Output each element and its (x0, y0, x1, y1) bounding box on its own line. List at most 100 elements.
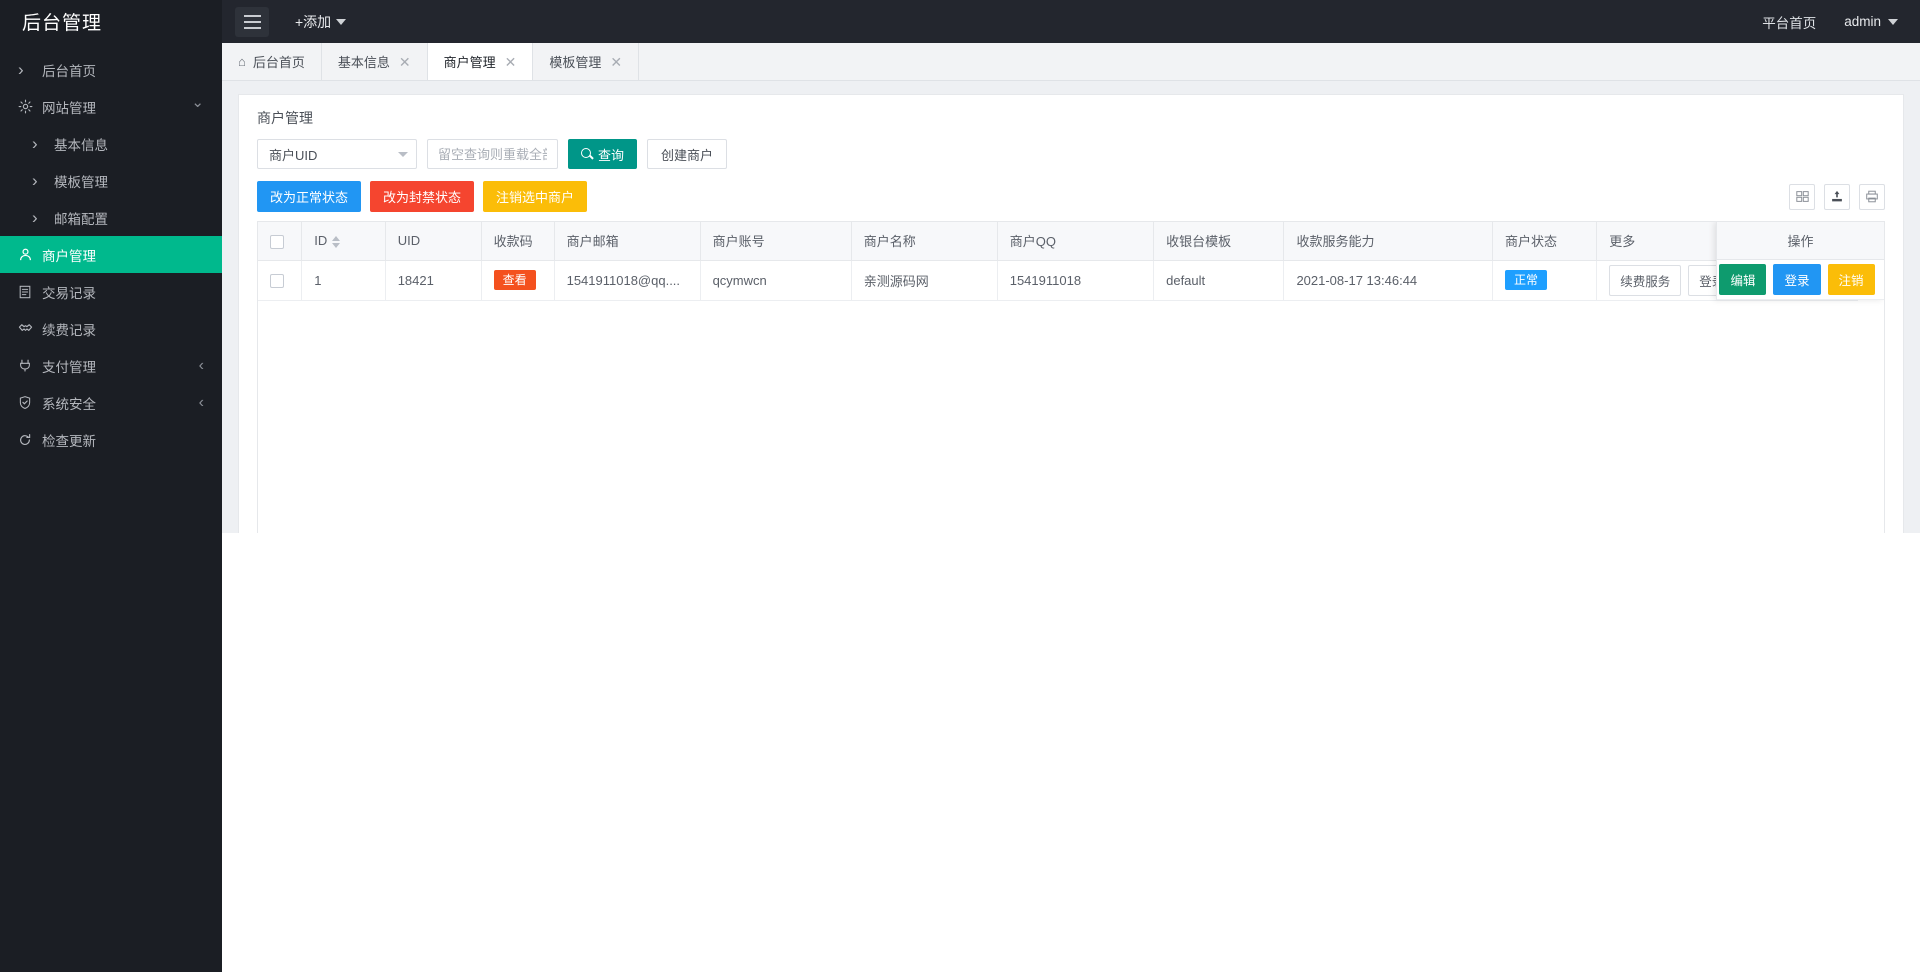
search-input[interactable] (427, 139, 558, 169)
cell-qrcode: 查看 (481, 260, 555, 301)
table-body: 1 18421 查看 1541911018@qq.... qcymwcn 亲测源码网 154… (258, 260, 1858, 301)
sidebar-item-1[interactable]: 网站管理 (0, 88, 222, 125)
operation-button[interactable]: 登录 (1773, 264, 1821, 295)
export-icon[interactable] (1824, 183, 1850, 210)
sidebar-item-10[interactable]: 检查更新 (0, 421, 222, 458)
sidebar-item-6[interactable]: 交易记录 (0, 273, 222, 310)
set-normal-status-button[interactable]: 改为正常状态 (257, 181, 362, 212)
print-icon[interactable] (1859, 183, 1885, 210)
table-head: ID UID 收款码 商户邮箱 商户账号 商户名称 商户QQ 收银台模板 收款服务能力 商户状态 更… (258, 222, 1858, 261)
tab-close-icon[interactable]: ✕ (399, 55, 411, 69)
search-button-label: 查询 (598, 147, 625, 163)
column-header-label: UID (397, 233, 421, 249)
column-header-label: 收款码 (493, 234, 533, 250)
tab-3[interactable]: 模板管理 ✕ (533, 43, 640, 80)
sidebar-item-label: 后台首页 (42, 63, 96, 79)
tab-label: 商户管理 (443, 55, 496, 70)
cell-status: 正常 (1492, 260, 1598, 301)
tab-close-icon[interactable]: ✕ (610, 55, 622, 69)
user-menu[interactable]: admin (1834, 0, 1920, 43)
column-header-account: 商户账号 (700, 222, 852, 261)
column-header-name: 商户名称 (851, 222, 998, 261)
table-outer: ID UID 收款码 商户邮箱 商户账号 商户名称 商户QQ 收银台模板 收款服务能力 商户状态 更… (239, 221, 1903, 533)
sidebar-item-9[interactable]: 系统安全 (0, 384, 222, 421)
sidebar-item-4[interactable]: 邮箱配置 (0, 199, 222, 236)
tab-label: 模板管理 (549, 55, 602, 70)
top-bar: 后台管理 +添加 平台首页 admin (0, 0, 1920, 43)
search-button[interactable]: 查询 (568, 139, 638, 169)
search-field-select-value: 商户UID (269, 147, 318, 163)
view-qrcode-button[interactable]: 查看 (493, 269, 536, 291)
select-all-checkbox[interactable] (270, 234, 284, 249)
status-badge: 正常 (1504, 269, 1547, 291)
chevron-down-icon (1888, 18, 1898, 25)
cell-tpl: default (1153, 260, 1285, 301)
cell-ability: 2021-08-17 13:46:44 (1283, 260, 1493, 301)
cancel-selected-merchants-button[interactable]: 注销选中商户 (483, 181, 588, 212)
platform-home-link[interactable]: 平台首页 (1744, 0, 1834, 43)
tab-0[interactable]: ⌂ 后台首页 (222, 43, 322, 80)
sidebar-item-5[interactable]: 商户管理 (0, 236, 222, 273)
sidebar-toggle-icon[interactable] (235, 6, 269, 37)
row-checkbox[interactable] (270, 273, 284, 288)
sidebar-item-7[interactable]: 续费记录 (0, 310, 222, 347)
handshake-icon (18, 321, 40, 336)
create-merchant-button[interactable]: 创建商户 (647, 139, 728, 169)
column-filter-icon[interactable] (1789, 183, 1815, 210)
operation-button[interactable]: 编辑 (1719, 264, 1767, 295)
tab-label: 后台首页 (252, 55, 305, 70)
sidebar-item-label: 商户管理 (42, 248, 96, 264)
column-header-tpl: 收银台模板 (1153, 222, 1285, 261)
content-area: 商户管理 商户UID 查询 创建商户 改为正常状态 改为封禁状态 (222, 81, 1920, 533)
sort-icon[interactable] (332, 235, 341, 248)
cell-email: 1541911018@qq.... (554, 260, 701, 301)
plug-icon (18, 358, 40, 373)
document-icon (18, 285, 40, 299)
column-header-qq: 商户QQ (997, 222, 1155, 261)
tab-1[interactable]: 基本信息 ✕ (322, 43, 428, 80)
column-header-id[interactable]: ID (301, 222, 386, 261)
tab-2[interactable]: 商户管理 ✕ (427, 43, 534, 80)
filter-bar: 商户UID 查询 创建商户 (239, 139, 1903, 181)
chevron-right-icon (18, 61, 40, 78)
column-header-label: 收银台模板 (1166, 234, 1232, 250)
sidebar-item-label: 检查更新 (42, 433, 96, 449)
chevron-left-icon (190, 358, 204, 374)
column-header-label: 更多 (1609, 234, 1636, 250)
add-menu-button[interactable]: +添加 (295, 12, 347, 32)
sidebar-item-label: 网站管理 (42, 100, 96, 116)
sidebar-item-label: 交易记录 (42, 285, 96, 301)
home-icon: ⌂ (238, 54, 246, 69)
fixed-operation-column: 操作 编辑 登录 注销 (1716, 222, 1884, 300)
chevron-right-icon (32, 172, 52, 189)
page-title: 商户管理 (257, 110, 313, 126)
chevron-down-icon (398, 151, 408, 157)
body-wrapper: 后台首页网站管理基本信息模板管理邮箱配置商户管理交易记录续费记录支付管理系统安全… (0, 43, 1920, 972)
merchant-table: ID UID 收款码 商户邮箱 商户账号 商户名称 商户QQ 收银台模板 收款服务能力 商户状态 更… (258, 222, 1858, 301)
cell-account: qcymwcn (700, 260, 852, 301)
white-filler (222, 533, 1920, 972)
brand-title: 后台管理 (0, 0, 222, 43)
sidebar-item-3[interactable]: 模板管理 (0, 162, 222, 199)
shield-check-icon (18, 395, 40, 410)
table-header-row: ID UID 收款码 商户邮箱 商户账号 商户名称 商户QQ 收银台模板 收款服务能力 商户状态 更… (258, 222, 1858, 261)
sidebar-item-2[interactable]: 基本信息 (0, 125, 222, 162)
set-banned-status-button[interactable]: 改为封禁状态 (370, 181, 475, 212)
tab-close-icon[interactable]: ✕ (505, 55, 517, 69)
user-icon (18, 247, 40, 262)
cell-check (258, 260, 303, 301)
operation-button[interactable]: 注销 (1827, 264, 1875, 295)
sidebar-item-0[interactable]: 后台首页 (0, 51, 222, 88)
column-header-status: 商户状态 (1492, 222, 1598, 261)
tab-strip: ⌂ 后台首页 基本信息 ✕ 商户管理 ✕ 模板管理 ✕ (222, 43, 1920, 81)
search-field-select[interactable]: 商户UID (257, 139, 417, 169)
sidebar: 后台首页网站管理基本信息模板管理邮箱配置商户管理交易记录续费记录支付管理系统安全… (0, 43, 222, 972)
sidebar-item-8[interactable]: 支付管理 (0, 347, 222, 384)
column-filter-glyph (1795, 191, 1809, 202)
more-action-button[interactable]: 续费服务 (1609, 264, 1682, 296)
print-glyph (1866, 190, 1878, 203)
sidebar-item-label: 邮箱配置 (54, 211, 108, 227)
column-header-check (258, 222, 303, 261)
table-scroll-area: ID UID 收款码 商户邮箱 商户账号 商户名称 商户QQ 收银台模板 收款服务能力 商户状态 更… (257, 221, 1885, 533)
gear-icon (18, 99, 40, 114)
